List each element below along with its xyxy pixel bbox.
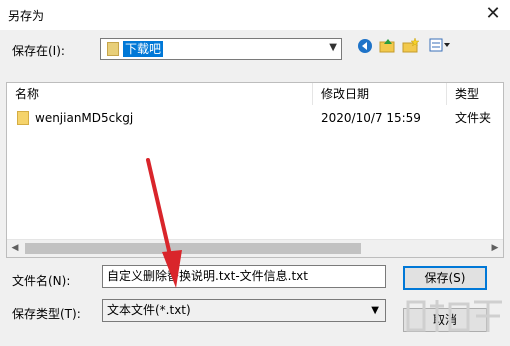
save-type-label: 保存类型(T): <box>12 307 81 321</box>
scroll-right-icon[interactable]: ▶ <box>487 240 503 257</box>
chevron-down-icon[interactable]: ▼ <box>371 300 379 321</box>
chevron-down-icon[interactable]: ▼ <box>329 42 337 53</box>
file-type-cell: 文件夹 <box>455 111 492 125</box>
new-folder-icon[interactable] <box>401 37 421 58</box>
file-list[interactable]: 名称 修改日期 类型 wenjianMD5ckgj 2020/10/7 15:5… <box>6 82 504 258</box>
back-icon[interactable] <box>355 38 375 58</box>
folder-icon <box>17 111 29 125</box>
horizontal-scrollbar[interactable]: ◀ ▶ <box>7 239 503 257</box>
title-bar <box>0 0 510 30</box>
file-name-input[interactable]: 自定义删除替换说明.txt-文件信息.txt <box>102 265 386 288</box>
save-in-folder-value: 下载吧 <box>123 41 164 57</box>
watermark-logo <box>404 296 508 342</box>
scroll-left-icon[interactable]: ◀ <box>7 240 23 257</box>
scrollbar-thumb[interactable] <box>25 243 361 254</box>
file-modified-cell: 2020/10/7 15:59 <box>321 111 421 125</box>
close-button[interactable]: ✕ <box>476 0 510 30</box>
list-item[interactable]: wenjianMD5ckgj 2020/10/7 15:59 文件夹 <box>7 108 503 128</box>
save-in-combobox[interactable]: 下载吧 ▼ <box>100 38 342 60</box>
save-button[interactable]: 保存(S) <box>403 266 487 290</box>
save-type-select[interactable]: 文本文件(*.txt) ▼ <box>102 299 386 322</box>
up-folder-icon[interactable] <box>378 38 398 58</box>
column-header-name[interactable]: 名称 <box>7 83 313 105</box>
views-menu-icon[interactable] <box>428 38 452 58</box>
save-in-label: 保存在(I): <box>12 44 65 58</box>
file-name-label: 文件名(N): <box>12 274 71 288</box>
window-title: 另存为 <box>8 9 45 23</box>
column-header-type[interactable]: 类型 <box>447 83 503 105</box>
column-header-modified[interactable]: 修改日期 <box>313 83 447 105</box>
save-type-value: 文本文件(*.txt) <box>107 303 191 317</box>
file-name-cell: wenjianMD5ckgj <box>35 111 134 125</box>
folder-icon <box>107 42 119 56</box>
